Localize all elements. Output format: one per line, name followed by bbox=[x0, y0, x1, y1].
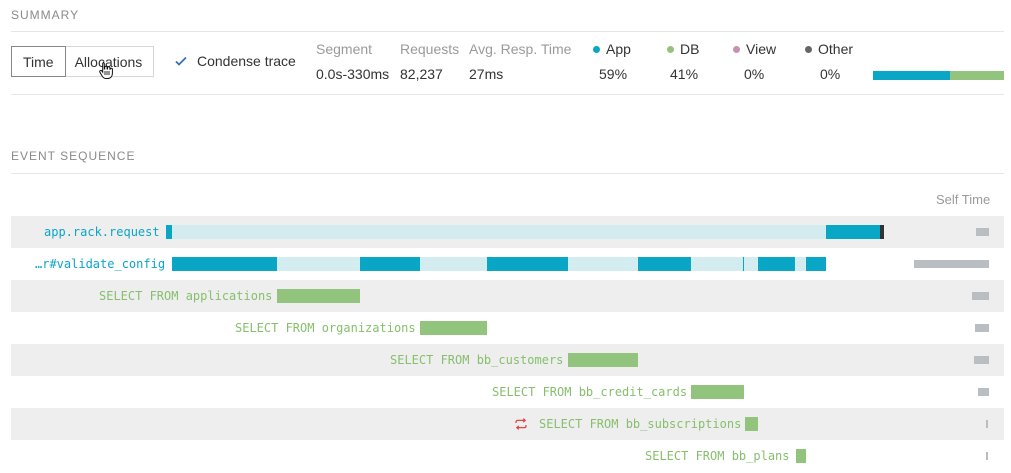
timeline-bar bbox=[826, 225, 881, 239]
event-row[interactable]: SELECT FROM bb_subscriptions bbox=[11, 408, 1004, 440]
db-legend-dot bbox=[667, 46, 674, 53]
self-time-bar bbox=[986, 420, 988, 428]
requests-value: 82,237 bbox=[400, 66, 443, 82]
timeline-bar bbox=[360, 257, 420, 271]
time-mode-button[interactable]: Time bbox=[11, 46, 66, 77]
view-breakdown: View 0% bbox=[733, 41, 776, 82]
self-time-bar bbox=[975, 324, 989, 332]
self-time-column-header: Self Time bbox=[936, 192, 991, 207]
timeline-bar bbox=[691, 385, 744, 399]
timeline-bar bbox=[277, 289, 360, 303]
avg-resp-time-stat: Avg. Resp. Time 27ms bbox=[469, 41, 571, 82]
event-sequence-divider bbox=[11, 173, 1004, 174]
avg-resp-time-value: 27ms bbox=[469, 66, 504, 82]
event-row[interactable]: …r#validate_config bbox=[11, 248, 1004, 280]
self-time-bar bbox=[986, 452, 988, 460]
breakdown-bar-app bbox=[873, 71, 950, 80]
other-breakdown: Other 0% bbox=[805, 41, 853, 82]
other-legend-label: Other bbox=[818, 41, 854, 57]
timeline-bar bbox=[745, 417, 758, 431]
event-label[interactable]: SELECT FROM organizations bbox=[235, 312, 416, 344]
event-row[interactable]: SELECT FROM bb_customers bbox=[11, 344, 1004, 376]
self-time-bar bbox=[978, 388, 989, 396]
timeline-bar bbox=[568, 353, 638, 367]
mode-toggle: Time Allocations bbox=[11, 46, 155, 77]
event-row[interactable]: SELECT FROM bb_plans bbox=[11, 440, 1004, 472]
event-label[interactable]: app.rack.request bbox=[44, 216, 160, 248]
self-time-bar bbox=[972, 292, 989, 300]
db-percent: 41% bbox=[670, 66, 699, 82]
timeline-bar bbox=[420, 321, 487, 335]
other-percent: 0% bbox=[820, 66, 841, 82]
event-label[interactable]: SELECT FROM bb_customers bbox=[390, 344, 563, 376]
event-label[interactable]: SELECT FROM bb_credit_cards bbox=[492, 376, 687, 408]
self-time-bar bbox=[974, 356, 989, 364]
condense-trace-label: Condense trace bbox=[197, 53, 296, 69]
requests-label: Requests bbox=[400, 41, 460, 57]
timeline-bar bbox=[758, 257, 795, 271]
timeline-bar bbox=[172, 257, 277, 271]
event-label[interactable]: SELECT FROM bb_plans bbox=[645, 440, 790, 472]
summary-divider-top bbox=[11, 31, 1004, 32]
segment-value: 0.0s-330ms bbox=[316, 66, 390, 82]
view-legend-label: View bbox=[746, 41, 777, 57]
checkmark-icon[interactable] bbox=[174, 54, 188, 68]
self-time-bar bbox=[976, 228, 989, 236]
view-percent: 0% bbox=[744, 66, 765, 82]
hand-pointer-icon bbox=[99, 62, 113, 79]
segment-stat: Segment 0.0s-330ms bbox=[316, 41, 389, 82]
event-row[interactable]: SELECT FROM applications bbox=[11, 280, 1004, 312]
event-row[interactable]: SELECT FROM organizations bbox=[11, 312, 1004, 344]
timeline-bar bbox=[796, 449, 806, 463]
app-percent: 59% bbox=[599, 66, 628, 82]
app-legend-label: App bbox=[606, 41, 631, 57]
condense-trace-toggle[interactable]: Condense trace bbox=[174, 53, 296, 69]
view-legend-dot bbox=[733, 46, 740, 53]
db-legend-label: DB bbox=[680, 41, 700, 57]
timeline-bar bbox=[743, 257, 744, 271]
avg-resp-time-label: Avg. Resp. Time bbox=[469, 41, 572, 57]
event-label[interactable]: …r#validate_config bbox=[35, 248, 165, 280]
summary-divider-bottom bbox=[11, 94, 1004, 95]
requests-stat: Requests 82,237 bbox=[400, 41, 459, 82]
event-row[interactable]: app.rack.request bbox=[11, 216, 1004, 248]
db-breakdown: DB 41% bbox=[667, 41, 699, 82]
app-breakdown: App 59% bbox=[593, 41, 631, 82]
timeline-bar bbox=[806, 257, 826, 271]
breakdown-bar bbox=[873, 71, 1004, 80]
event-label[interactable]: SELECT FROM bb_subscriptions bbox=[539, 408, 741, 440]
timeline-bar bbox=[880, 225, 884, 239]
event-row[interactable]: SELECT FROM bb_credit_cards bbox=[11, 376, 1004, 408]
timeline-bar bbox=[638, 257, 691, 271]
breakdown-bar-db bbox=[950, 71, 1004, 80]
self-time-bar bbox=[914, 260, 989, 268]
repeat-icon bbox=[515, 418, 527, 430]
event-label[interactable]: SELECT FROM applications bbox=[99, 280, 272, 312]
summary-heading: SUMMARY bbox=[11, 8, 80, 22]
timeline-bar bbox=[487, 257, 568, 271]
other-legend-dot bbox=[805, 46, 812, 53]
segment-label: Segment bbox=[316, 41, 373, 57]
app-legend-dot bbox=[593, 46, 600, 53]
event-sequence-heading: EVENT SEQUENCE bbox=[11, 149, 136, 163]
timeline-bar bbox=[172, 225, 826, 239]
